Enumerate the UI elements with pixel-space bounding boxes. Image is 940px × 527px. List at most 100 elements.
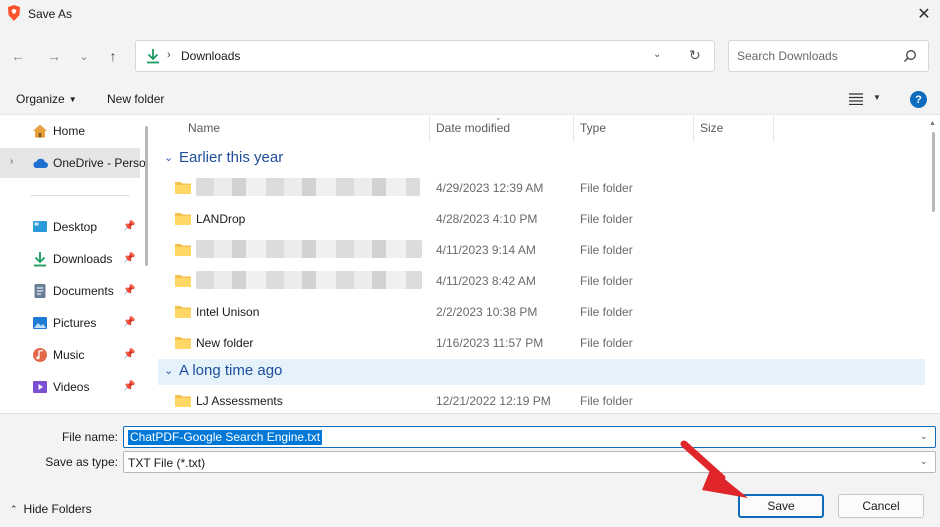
save-as-type-dropdown-icon[interactable]: ⌄: [920, 456, 928, 467]
group-header-earlier-this-year[interactable]: ⌄ Earlier this year: [158, 146, 925, 172]
redacted-name: [196, 178, 420, 196]
sidebar-item-label: Downloads: [53, 252, 113, 266]
videos-icon: [33, 381, 47, 393]
navigation-pane: Home › OneDrive - Perso Desktop 📌 Downlo…: [0, 116, 150, 412]
item-name: LANDrop: [196, 212, 246, 226]
new-folder-button[interactable]: New folder: [107, 92, 164, 106]
search-icon[interactable]: [903, 49, 917, 63]
hide-folders-label: Hide Folders: [23, 502, 92, 516]
address-bar[interactable]: › Downloads ⌄ ↻: [135, 40, 715, 72]
list-item[interactable]: LANDrop 4/28/2023 4:10 PM File folder: [158, 203, 925, 234]
list-item[interactable]: LJ Assessments 12/21/2022 12:19 PM File …: [158, 385, 925, 412]
pin-icon: 📌: [123, 221, 136, 232]
pin-icon: 📌: [123, 349, 136, 360]
sidebar-item-music[interactable]: Music 📌: [0, 340, 140, 370]
back-arrow-icon[interactable]: ←: [7, 45, 29, 67]
list-item[interactable]: 4/11/2023 9:14 AM File folder: [158, 234, 925, 265]
folder-icon: [175, 244, 191, 256]
column-header-size[interactable]: Size: [700, 116, 723, 142]
expand-chevron-icon[interactable]: ›: [10, 156, 13, 167]
column-separator[interactable]: [773, 116, 774, 142]
brave-browser-icon: [8, 5, 20, 21]
title-bar: Save As ✕: [0, 0, 940, 28]
column-separator[interactable]: [573, 116, 574, 142]
group-label: Earlier this year: [179, 149, 284, 166]
sidebar-item-downloads[interactable]: Downloads 📌: [0, 244, 140, 274]
save-as-type-value: TXT File (*.txt): [128, 456, 206, 470]
item-type: File folder: [580, 243, 633, 257]
help-icon[interactable]: ?: [910, 91, 927, 108]
sidebar-item-desktop[interactable]: Desktop 📌: [0, 212, 140, 242]
sidebar-item-onedrive[interactable]: › OneDrive - Perso: [0, 148, 146, 178]
pin-icon: 📌: [123, 381, 136, 392]
recent-locations-chevron-icon[interactable]: ⌄: [73, 45, 95, 67]
list-item[interactable]: Intel Unison 2/2/2023 10:38 PM File fold…: [158, 296, 925, 327]
column-separator[interactable]: [693, 116, 694, 142]
view-options-icon[interactable]: [849, 93, 863, 105]
annotation-arrow-icon: [680, 440, 748, 498]
list-item[interactable]: New folder 1/16/2023 11:57 PM File folde…: [158, 327, 925, 358]
date-modified: 2/2/2023 10:38 PM: [436, 305, 538, 319]
command-bar: Organize ▼ New folder ▼ ?: [0, 84, 940, 115]
item-type: File folder: [580, 274, 633, 288]
sidebar-item-documents[interactable]: Documents 📌: [0, 276, 140, 306]
folder-icon: [175, 275, 191, 287]
sidebar-item-label: Home: [53, 124, 86, 138]
list-item[interactable]: 4/11/2023 8:42 AM File folder: [158, 265, 925, 296]
date-modified: 4/11/2023 9:14 AM: [436, 243, 536, 257]
file-name-field[interactable]: ChatPDF-Google Search Engine.txt ⌄: [123, 426, 936, 448]
column-separator[interactable]: [429, 116, 430, 142]
item-type: File folder: [580, 336, 633, 350]
file-list-scrollbar[interactable]: [932, 132, 935, 212]
sidebar-item-label: Pictures: [53, 316, 97, 330]
breadcrumb-downloads[interactable]: Downloads: [181, 49, 240, 63]
refresh-icon[interactable]: ↻: [689, 47, 701, 64]
home-icon: [33, 124, 47, 138]
up-arrow-icon[interactable]: ↑: [102, 45, 124, 67]
search-input[interactable]: Search Downloads: [737, 49, 838, 63]
sidebar-scrollbar[interactable]: [145, 126, 148, 266]
group-header-a-long-time-ago[interactable]: ⌄ A long time ago: [158, 359, 925, 385]
sidebar-item-pictures[interactable]: Pictures 📌: [0, 308, 140, 338]
column-header-name[interactable]: Name: [188, 116, 220, 142]
date-modified: 4/29/2023 12:39 AM: [436, 181, 544, 195]
scroll-up-arrow-icon[interactable]: ▲: [929, 120, 936, 127]
list-item[interactable]: 4/29/2023 12:39 AM File folder: [158, 172, 925, 203]
organize-button[interactable]: Organize ▼: [16, 92, 77, 106]
item-name: Intel Unison: [196, 305, 260, 319]
folder-icon: [175, 213, 191, 225]
date-modified: 4/28/2023 4:10 PM: [436, 212, 538, 226]
download-icon: [147, 49, 159, 64]
file-name-input[interactable]: ChatPDF-Google Search Engine.txt: [128, 430, 323, 445]
hide-folders-button[interactable]: ⌃ Hide Folders: [10, 502, 92, 516]
sidebar-item-label: Videos: [53, 380, 90, 394]
date-modified: 1/16/2023 11:57 PM: [436, 336, 544, 350]
close-icon[interactable]: ✕: [908, 0, 940, 28]
item-type: File folder: [580, 305, 633, 319]
item-type: File folder: [580, 394, 633, 408]
organize-label: Organize: [16, 92, 65, 106]
column-header-date-modified[interactable]: Date modified: [436, 116, 510, 142]
folder-icon: [175, 182, 191, 194]
view-dropdown-icon[interactable]: ▼: [873, 93, 881, 102]
pin-icon: 📌: [123, 285, 136, 296]
sidebar-item-videos[interactable]: Videos 📌: [0, 372, 140, 402]
cancel-button[interactable]: Cancel: [838, 494, 924, 518]
navigation-bar: ← → ⌄ ↑ › Downloads ⌄ ↻ Search Downloads: [0, 28, 940, 84]
pin-icon: 📌: [123, 317, 136, 328]
item-name: LJ Assessments: [196, 394, 283, 408]
collapse-chevron-icon: ⌄: [164, 152, 174, 164]
file-name-label: File name:: [61, 430, 118, 444]
column-header-type[interactable]: Type: [580, 116, 606, 142]
forward-arrow-icon[interactable]: →: [43, 45, 65, 67]
folder-icon: [175, 337, 191, 349]
search-box[interactable]: Search Downloads: [728, 40, 929, 72]
collapse-chevron-icon: ⌄: [164, 365, 174, 377]
sidebar-item-home[interactable]: Home: [0, 116, 140, 146]
save-as-type-select[interactable]: TXT File (*.txt) ⌄: [123, 451, 936, 473]
chevron-up-icon: ⌃: [10, 504, 18, 514]
sidebar-item-label: Documents: [53, 284, 114, 298]
sidebar-divider: [30, 195, 130, 196]
file-name-dropdown-icon[interactable]: ⌄: [920, 431, 928, 442]
address-dropdown-icon[interactable]: ⌄: [653, 49, 661, 60]
